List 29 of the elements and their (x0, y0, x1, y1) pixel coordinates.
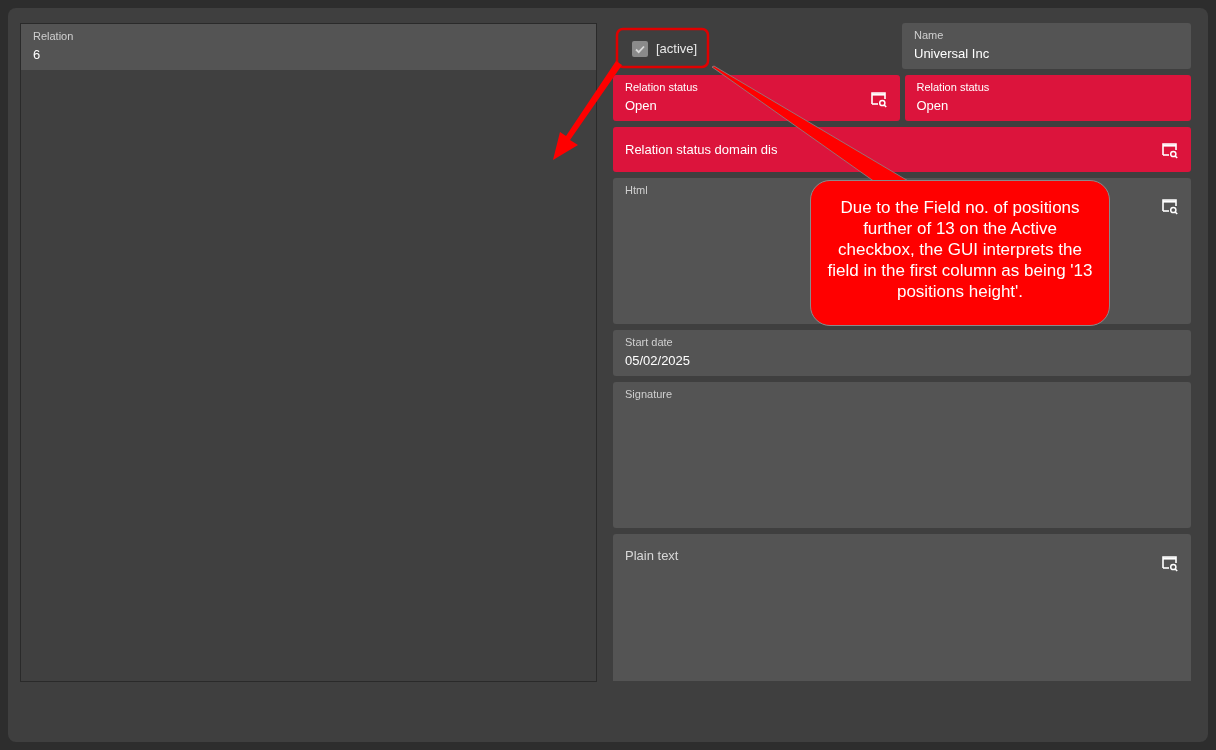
field-label: Relation status domain dis (625, 142, 778, 157)
placeholder-text: Plain text (625, 548, 679, 563)
input-field[interactable]: Relation status Open (904, 75, 1191, 121)
field-label: Relation status (916, 80, 990, 94)
callout-tooltip: Due to the Field no. of positions further of 13 on the Active checkbox, the GUI interprets the field in the first column as being '13 positions height'. (810, 180, 1110, 326)
input-field[interactable]: Relation status domain dis (613, 127, 1191, 172)
field-value: 6 (33, 46, 42, 64)
field-label: Name (914, 28, 945, 42)
input-field[interactable]: Relation status Open (613, 75, 900, 121)
field-value: Universal Inc (914, 45, 990, 63)
text-area[interactable]: Plain text (613, 534, 1191, 681)
field-label: Relation status (625, 80, 698, 94)
field-value: Open (625, 97, 658, 115)
multiline-field[interactable]: Signature (613, 382, 1191, 528)
lookup-icon[interactable] (869, 90, 888, 108)
checkbox[interactable] (632, 40, 648, 57)
field-label: Html (625, 183, 648, 197)
input-field[interactable]: Name Universal Inc (902, 23, 1191, 69)
lookup-icon[interactable] (1161, 197, 1179, 215)
field-label: Start date (625, 335, 674, 349)
checkbox-label: [active] (656, 41, 698, 56)
lookup-icon[interactable] (1161, 554, 1179, 572)
field-label: Signature (625, 387, 673, 401)
field-value: Open (916, 97, 950, 115)
field-value: 05/02/2025 (625, 352, 691, 370)
lookup-icon[interactable] (1161, 140, 1179, 159)
relation-field[interactable]: Relation 6 (21, 24, 596, 70)
field-label: Relation (33, 29, 75, 43)
input-field[interactable]: Start date 05/02/2025 (613, 330, 1191, 376)
